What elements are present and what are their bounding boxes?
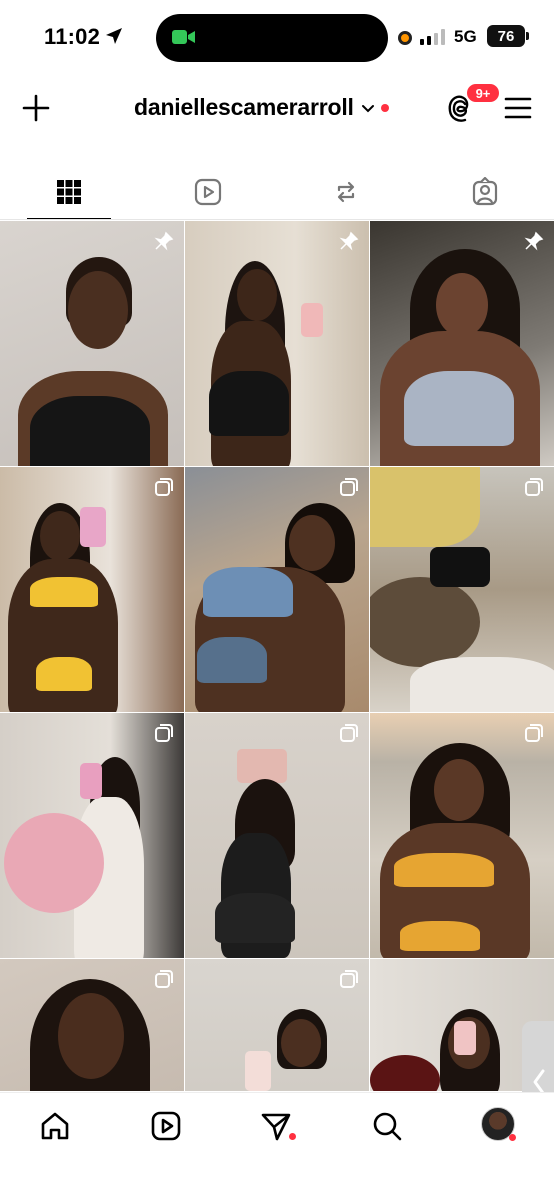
post-figure <box>40 511 80 561</box>
carousel-icon <box>525 724 543 742</box>
pin-icon <box>339 231 359 251</box>
post-figure <box>237 269 277 321</box>
carousel-icon <box>155 970 173 988</box>
carousel-icon <box>340 478 358 496</box>
direct-icon[interactable] <box>259 1109 293 1143</box>
facetime-icon <box>172 30 195 44</box>
privacy-indicator <box>398 31 412 45</box>
chevron-down-icon <box>361 104 374 112</box>
username: daniellescamerarroll <box>134 94 354 120</box>
post-thumbnail[interactable] <box>185 959 369 1091</box>
post-figure <box>370 1055 440 1091</box>
home-icon[interactable] <box>38 1109 72 1143</box>
carousel-icon <box>340 970 358 988</box>
post-figure <box>410 657 554 712</box>
tab-divider <box>0 219 554 220</box>
location-arrow-icon <box>106 28 122 44</box>
post-figure <box>203 567 293 617</box>
post-figure <box>30 577 98 607</box>
dynamic-island[interactable] <box>156 14 388 62</box>
post-figure <box>4 813 104 913</box>
post-thumbnail[interactable] <box>185 713 369 958</box>
post-figure <box>301 303 323 337</box>
post-figure <box>454 1021 476 1055</box>
reels-icon <box>194 178 221 206</box>
post-figure <box>434 759 484 821</box>
post-figure <box>370 467 480 547</box>
post-thumbnail[interactable] <box>370 713 554 958</box>
bottom-navigation <box>0 1092 554 1200</box>
tab-grid[interactable] <box>0 164 139 220</box>
post-thumbnail[interactable] <box>185 467 369 712</box>
post-thumbnail[interactable] <box>185 221 369 466</box>
grid-icon <box>57 180 82 204</box>
post-figure <box>58 993 124 1079</box>
post-figure <box>80 763 102 799</box>
post-figure <box>237 749 287 783</box>
post-thumbnail[interactable] <box>370 467 554 712</box>
post-figure <box>400 921 480 951</box>
post-figure <box>404 371 514 446</box>
pin-icon <box>524 231 544 251</box>
post-figure <box>245 1051 271 1091</box>
posts-grid <box>0 221 554 1091</box>
post-thumbnail[interactable] <box>0 221 184 466</box>
carousel-icon <box>340 724 358 742</box>
network-type: 5G <box>454 27 477 46</box>
account-switcher[interactable]: daniellescamerarroll <box>134 94 389 121</box>
hamburger-menu-icon[interactable] <box>504 96 532 120</box>
status-bar: 11:02 5G 76 <box>0 0 554 76</box>
carousel-icon <box>155 478 173 496</box>
repost-icon <box>338 181 355 203</box>
post-thumbnail[interactable] <box>0 959 184 1091</box>
post-figure <box>80 507 106 547</box>
tab-reposts[interactable] <box>277 164 416 220</box>
post-figure <box>436 273 488 337</box>
carousel-icon <box>155 724 173 742</box>
profile-notification-dot <box>509 1134 516 1141</box>
account-notification-dot <box>380 103 389 112</box>
post-thumbnail[interactable] <box>370 221 554 466</box>
post-thumbnail[interactable] <box>0 467 184 712</box>
pin-icon <box>154 231 174 251</box>
notification-badge[interactable]: 9+ <box>465 82 501 104</box>
profile-tabs <box>0 164 554 220</box>
post-figure <box>215 893 295 943</box>
post-figure <box>370 577 480 667</box>
signal-icon <box>420 29 445 45</box>
post-figure <box>36 657 92 691</box>
search-icon[interactable] <box>370 1109 404 1143</box>
post-thumbnail[interactable] <box>0 713 184 958</box>
post-figure <box>430 547 490 587</box>
post-figure <box>289 515 335 571</box>
profile-header: daniellescamerarroll 9+ <box>0 80 554 138</box>
post-figure <box>394 853 494 887</box>
direct-notification-dot <box>289 1133 296 1140</box>
plus-icon[interactable] <box>20 92 52 124</box>
post-figure <box>30 396 150 466</box>
tab-reels[interactable] <box>139 164 278 220</box>
reels-icon[interactable] <box>149 1109 183 1143</box>
status-time: 11:02 <box>44 24 101 49</box>
post-figure <box>68 271 128 349</box>
tagged-icon <box>472 177 497 206</box>
carousel-icon <box>525 478 543 496</box>
post-figure <box>281 1019 321 1067</box>
post-figure <box>197 637 267 683</box>
post-figure <box>209 371 289 436</box>
battery-indicator: 76 <box>487 25 529 47</box>
tab-tagged[interactable] <box>416 164 554 220</box>
